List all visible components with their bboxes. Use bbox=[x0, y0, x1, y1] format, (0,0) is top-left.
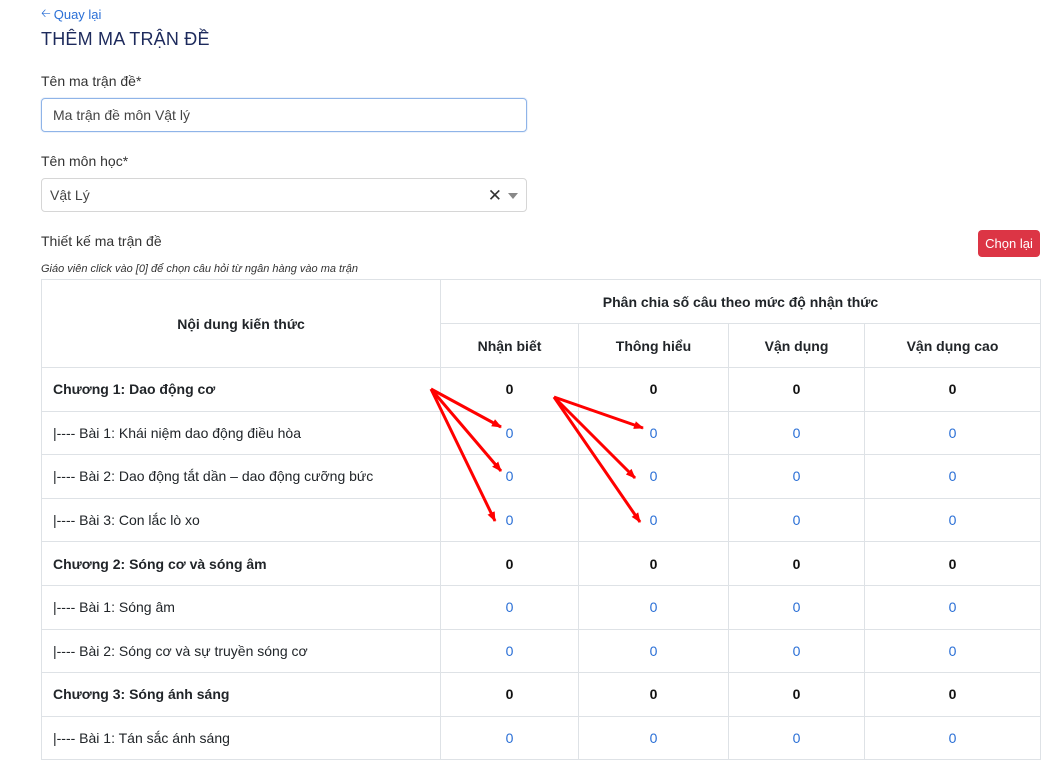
question-count-link[interactable]: 0 bbox=[578, 715, 729, 760]
lesson-label: |---- Bài 3: Con lắc lò xo bbox=[41, 497, 441, 543]
lesson-row: |---- Bài 2: Dao động tắt dần – dao động… bbox=[41, 454, 1041, 499]
level-header-apply-high: Vận dụng cao bbox=[864, 323, 1041, 368]
lesson-row: |---- Bài 1: Sóng âm 0 0 0 0 bbox=[41, 584, 1041, 630]
chapter-total: 0 bbox=[578, 367, 729, 412]
question-count-link[interactable]: 0 bbox=[578, 497, 729, 543]
subject-select-controls: ✕ bbox=[488, 187, 518, 204]
question-count-link[interactable]: 0 bbox=[864, 584, 1041, 630]
chapter-total: 0 bbox=[728, 672, 865, 717]
lesson-row: |---- Bài 1: Khái niệm dao động điều hòa… bbox=[41, 410, 1041, 456]
clear-icon[interactable]: ✕ bbox=[488, 187, 502, 204]
question-count-link[interactable]: 0 bbox=[578, 628, 729, 674]
chapter-label: Chương 2: Sóng cơ và sóng âm bbox=[41, 541, 441, 586]
chapter-total: 0 bbox=[578, 541, 729, 586]
lesson-row: |---- Bài 1: Tán sắc ánh sáng 0 0 0 0 bbox=[41, 715, 1041, 760]
lesson-label: |---- Bài 1: Tán sắc ánh sáng bbox=[41, 715, 441, 760]
lesson-label: |---- Bài 2: Dao động tắt dần – dao động… bbox=[41, 454, 441, 499]
question-count-link[interactable]: 0 bbox=[864, 715, 1041, 760]
question-count-link[interactable]: 0 bbox=[728, 628, 865, 674]
lesson-label: |---- Bài 2: Sóng cơ và sự truyền sóng c… bbox=[41, 628, 441, 674]
arrow-left-icon: 🡠 bbox=[41, 6, 51, 20]
lesson-row: |---- Bài 2: Sóng cơ và sự truyền sóng c… bbox=[41, 628, 1041, 674]
question-count-link[interactable]: 0 bbox=[578, 584, 729, 630]
chapter-total: 0 bbox=[578, 672, 729, 717]
matrix-name-input[interactable] bbox=[41, 98, 527, 132]
design-label: Thiết kế ma trận đề bbox=[41, 233, 162, 249]
question-count-link[interactable]: 0 bbox=[728, 454, 865, 499]
chapter-total: 0 bbox=[440, 541, 579, 586]
chapter-total: 0 bbox=[864, 367, 1041, 412]
chapter-total: 0 bbox=[864, 541, 1041, 586]
chapter-total: 0 bbox=[728, 541, 865, 586]
question-count-link[interactable]: 0 bbox=[440, 497, 579, 543]
question-count-link[interactable]: 0 bbox=[864, 497, 1041, 543]
hint-text: Giáo viên click vào [0] để chọn câu hỏi … bbox=[41, 263, 358, 275]
question-count-link[interactable]: 0 bbox=[728, 584, 865, 630]
level-header-recognize: Nhận biết bbox=[440, 323, 579, 368]
level-group-header: Phân chia số câu theo mức độ nhận thức bbox=[440, 279, 1041, 324]
page-title: THÊM MA TRẬN ĐỀ bbox=[41, 29, 210, 49]
subject-label: Tên môn học* bbox=[41, 153, 129, 169]
chevron-down-icon[interactable] bbox=[508, 193, 518, 199]
question-count-link[interactable]: 0 bbox=[440, 584, 579, 630]
back-link[interactable]: 🡠 Quay lại bbox=[41, 4, 101, 25]
chapter-row: Chương 1: Dao động cơ 0 0 0 0 bbox=[41, 367, 1041, 412]
chapter-label: Chương 3: Sóng ánh sáng bbox=[41, 672, 441, 717]
lesson-label: |---- Bài 1: Khái niệm dao động điều hòa bbox=[41, 410, 441, 456]
question-count-link[interactable]: 0 bbox=[578, 454, 729, 499]
level-header-understand: Thông hiểu bbox=[578, 323, 729, 368]
question-count-link[interactable]: 0 bbox=[728, 410, 865, 456]
lesson-label: |---- Bài 1: Sóng âm bbox=[41, 584, 441, 630]
question-count-link[interactable]: 0 bbox=[440, 715, 579, 760]
chapter-total: 0 bbox=[864, 672, 1041, 717]
chapter-label: Chương 1: Dao động cơ bbox=[41, 367, 441, 412]
question-count-link[interactable]: 0 bbox=[728, 715, 865, 760]
subject-select-value: Vật Lý bbox=[50, 187, 90, 203]
question-count-link[interactable]: 0 bbox=[864, 628, 1041, 674]
question-count-link[interactable]: 0 bbox=[864, 410, 1041, 456]
chapter-total: 0 bbox=[440, 367, 579, 412]
chapter-total: 0 bbox=[728, 367, 865, 412]
chapter-row: Chương 3: Sóng ánh sáng 0 0 0 0 bbox=[41, 672, 1041, 717]
matrix-table: Nội dung kiến thức Phân chia số câu theo… bbox=[41, 279, 1041, 760]
level-header-apply: Vận dụng bbox=[728, 323, 865, 368]
matrix-name-label: Tên ma trận đề* bbox=[41, 73, 142, 89]
chapter-total: 0 bbox=[440, 672, 579, 717]
back-link-label: Quay lại bbox=[53, 7, 102, 22]
question-count-link[interactable]: 0 bbox=[440, 410, 579, 456]
question-count-link[interactable]: 0 bbox=[578, 410, 729, 456]
lesson-row: |---- Bài 3: Con lắc lò xo 0 0 0 0 bbox=[41, 497, 1041, 543]
content-header: Nội dung kiến thức bbox=[41, 279, 441, 368]
reset-button[interactable]: Chọn lại bbox=[978, 230, 1040, 257]
question-count-link[interactable]: 0 bbox=[728, 497, 865, 543]
chapter-row: Chương 2: Sóng cơ và sóng âm 0 0 0 0 bbox=[41, 541, 1041, 586]
question-count-link[interactable]: 0 bbox=[440, 628, 579, 674]
subject-select[interactable]: Vật Lý ✕ bbox=[41, 178, 527, 212]
question-count-link[interactable]: 0 bbox=[864, 454, 1041, 499]
question-count-link[interactable]: 0 bbox=[440, 454, 579, 499]
